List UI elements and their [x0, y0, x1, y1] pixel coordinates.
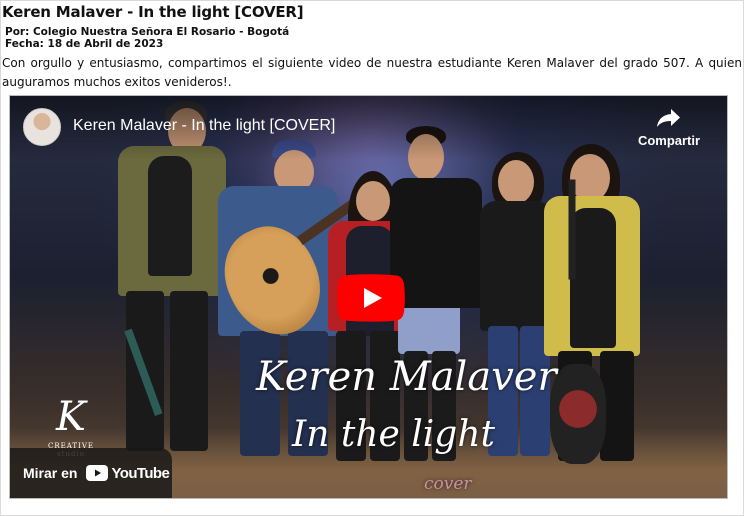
thumbnail-title-line1: Keren Malaver	[256, 354, 557, 400]
studio-logo-letter: K	[56, 394, 86, 440]
article-date: Fecha: 18 de Abril de 2023	[5, 38, 164, 50]
watch-on-label: Mirar en	[23, 465, 78, 481]
article-author: Por: Colegio Nuestra Señora El Rosario -…	[5, 26, 290, 38]
share-icon	[657, 109, 680, 127]
youtube-embed[interactable]: Keren Malaver In the light cover K CREAT…	[9, 95, 728, 499]
thumbnail-title-line3: cover	[424, 474, 472, 494]
thumbnail-title-line2: In the light	[292, 414, 495, 455]
article-body: Con orgullo y entusiasmo, compartimos el…	[2, 56, 742, 89]
article-meta: Por: Colegio Nuestra Señora El Rosario -…	[5, 26, 289, 50]
channel-avatar[interactable]	[23, 108, 61, 146]
youtube-play-icon	[86, 465, 109, 481]
play-button[interactable]	[337, 274, 405, 322]
share-label: Compartir	[637, 133, 701, 148]
youtube-logo: YouTube	[86, 464, 170, 482]
article-title: Keren Malaver - In the light [COVER]	[2, 3, 304, 21]
video-title-link[interactable]: Keren Malaver - In the light [COVER]	[73, 117, 335, 135]
youtube-wordmark: YouTube	[111, 464, 170, 482]
share-button[interactable]: Compartir	[629, 108, 709, 148]
watch-on-youtube-button[interactable]: Mirar en YouTube	[10, 448, 172, 498]
